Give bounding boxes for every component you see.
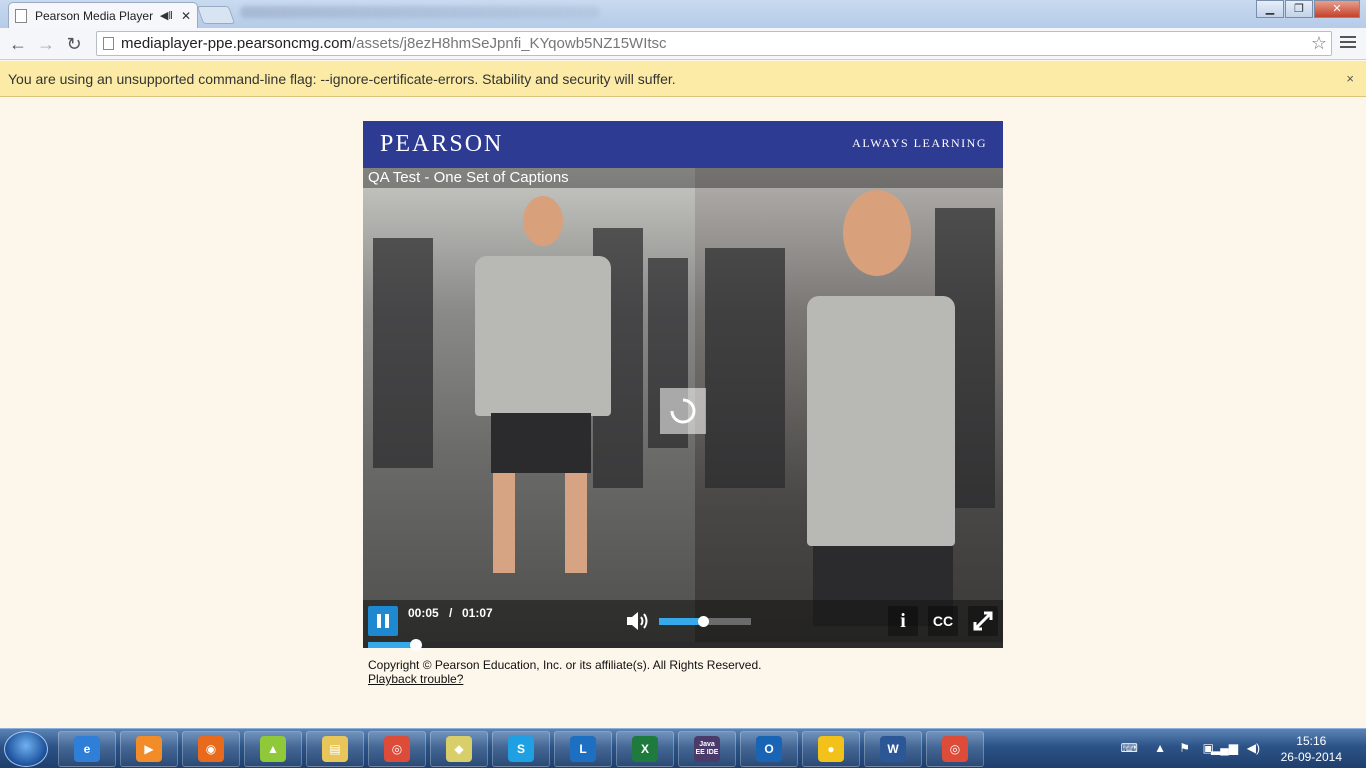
outlook-icon: O bbox=[756, 736, 782, 762]
bookmark-star-icon[interactable]: ☆ bbox=[1311, 32, 1327, 55]
minimize-button[interactable]: ▁ bbox=[1256, 0, 1284, 18]
taskbar-app-java-ee-ide[interactable]: Java EE IDE bbox=[678, 731, 736, 767]
excel-icon: X bbox=[632, 736, 658, 762]
pause-button[interactable] bbox=[368, 606, 398, 636]
lync-icon: L bbox=[570, 736, 596, 762]
url-path: /assets/j8ezH8hmSeJpnfi_KYqowb5NZ15WItsc bbox=[351, 35, 667, 52]
video-area[interactable]: QA Test - One Set of Captions 00:05 / 01… bbox=[363, 168, 1003, 642]
system-clock[interactable]: 15:16 26-09-2014 bbox=[1281, 733, 1342, 765]
tagline: ALWAYS LEARNING bbox=[852, 136, 987, 150]
page-icon bbox=[15, 8, 27, 23]
pearson-banner: PEARSON ALWAYS LEARNING bbox=[363, 121, 1003, 168]
reload-icon[interactable]: ↻ bbox=[62, 32, 86, 56]
ie-icon: e bbox=[74, 736, 100, 762]
taskbar-app-media-player[interactable]: ▶ bbox=[120, 731, 178, 767]
infobar-message: You are using an unsupported command-lin… bbox=[8, 71, 676, 87]
playback-trouble-link[interactable]: Playback trouble? bbox=[368, 672, 463, 686]
notes-icon: ◆ bbox=[446, 736, 472, 762]
duration: 01:07 bbox=[462, 606, 493, 620]
taskbar-app-lync[interactable]: L bbox=[554, 731, 612, 767]
media-player: PEARSON ALWAYS LEARNING QA Test - One Se… bbox=[363, 121, 1003, 651]
chrome-menu-icon[interactable] bbox=[1340, 36, 1356, 51]
control-bar: 00:05 / 01:07 i CC bbox=[363, 600, 1003, 642]
seek-progress bbox=[368, 642, 416, 648]
url-host: mediaplayer-ppe.pearsoncmg.com bbox=[121, 35, 352, 52]
chrome-active-icon: ◎ bbox=[942, 736, 968, 762]
audio-playing-icon: ◀ǁ bbox=[159, 10, 173, 22]
time-separator: / bbox=[449, 606, 453, 620]
tab-close-icon[interactable]: ✕ bbox=[181, 9, 191, 23]
volume-fill bbox=[659, 618, 704, 625]
word-icon: W bbox=[880, 736, 906, 762]
video-title: QA Test - One Set of Captions bbox=[363, 168, 1003, 188]
action-center-flag-icon[interactable]: ⚑ bbox=[1179, 741, 1190, 755]
video-right-panel bbox=[695, 168, 1003, 642]
seek-knob[interactable] bbox=[409, 639, 422, 651]
taskbar-app-word[interactable]: W bbox=[864, 731, 922, 767]
taskbar-app-android[interactable]: ▲ bbox=[244, 731, 302, 767]
firefox-icon: ◉ bbox=[198, 736, 224, 762]
info-button[interactable]: i bbox=[888, 606, 918, 636]
fullscreen-icon[interactable] bbox=[968, 606, 998, 636]
browser-titlebar: Pearson Media Player ◀ǁ ✕ ▁ ❐ ✕ bbox=[0, 0, 1366, 28]
duck-icon: ● bbox=[818, 736, 844, 762]
closed-captions-button[interactable]: CC bbox=[928, 606, 958, 636]
copyright-text: Copyright © Pearson Education, Inc. or i… bbox=[368, 658, 762, 672]
taskbar-app-chrome-active[interactable]: ◎ bbox=[926, 731, 984, 767]
file-explorer-icon: ▤ bbox=[322, 736, 348, 762]
chrome-icon: ◎ bbox=[384, 736, 410, 762]
taskbar-app-duck[interactable]: ● bbox=[802, 731, 860, 767]
window-controls: ▁ ❐ ✕ bbox=[1255, 0, 1360, 18]
forward-arrow-icon[interactable]: → bbox=[34, 32, 58, 56]
keyboard-icon[interactable]: ⌨ bbox=[1121, 741, 1138, 755]
show-hidden-icons-icon[interactable]: ▲ bbox=[1154, 741, 1166, 755]
page-icon bbox=[103, 37, 114, 50]
taskbar-app-chrome[interactable]: ◎ bbox=[368, 731, 426, 767]
taskbar-app-file-explorer[interactable]: ▤ bbox=[306, 731, 364, 767]
skype-icon: S bbox=[508, 736, 534, 762]
pearson-logo: PEARSON bbox=[380, 131, 504, 157]
new-tab-button[interactable] bbox=[196, 6, 236, 24]
media-player-icon: ▶ bbox=[136, 736, 162, 762]
taskbar-app-outlook[interactable]: O bbox=[740, 731, 798, 767]
infobar-close-icon[interactable]: × bbox=[1346, 61, 1354, 97]
warning-infobar: You are using an unsupported command-lin… bbox=[0, 61, 1366, 97]
seek-bar[interactable] bbox=[363, 639, 1003, 651]
maximize-button[interactable]: ❐ bbox=[1285, 0, 1313, 18]
taskbar-app-ie[interactable]: e bbox=[58, 731, 116, 767]
taskbar-app-skype[interactable]: S bbox=[492, 731, 550, 767]
video-left-panel bbox=[363, 168, 695, 642]
start-button[interactable] bbox=[4, 731, 48, 767]
taskbar-app-firefox[interactable]: ◉ bbox=[182, 731, 240, 767]
window-close-button[interactable]: ✕ bbox=[1314, 0, 1360, 18]
volume-slider[interactable] bbox=[659, 616, 751, 627]
loading-spinner-icon bbox=[660, 388, 706, 434]
taskbar-app-notes[interactable]: ◆ bbox=[430, 731, 488, 767]
address-bar[interactable]: mediaplayer-ppe.pearsoncmg.com/assets/j8… bbox=[96, 31, 1332, 56]
java-ee-ide-icon: Java EE IDE bbox=[694, 736, 720, 762]
volume-tray-icon[interactable]: ◀) bbox=[1247, 741, 1260, 755]
clock-time: 15:16 bbox=[1296, 734, 1327, 748]
browser-tab[interactable]: Pearson Media Player ◀ǁ ✕ bbox=[8, 2, 198, 28]
back-arrow-icon[interactable]: ← bbox=[6, 32, 30, 56]
volume-icon[interactable] bbox=[625, 609, 651, 638]
clock-date: 26-09-2014 bbox=[1280, 750, 1342, 764]
tab-title: Pearson Media Player bbox=[35, 8, 154, 23]
taskbar-app-excel[interactable]: X bbox=[616, 731, 674, 767]
current-time: 00:05 bbox=[408, 606, 439, 620]
windows-taskbar: e ▶ ◉ ▲ ▤ ◎ ◆ S L X Java EE IDE O ● W ◎ ⌨ ▲ ⚑ ▣ ▂▄▆ ◀)… bbox=[0, 728, 1366, 768]
browser-toolbar: ← → ↻ mediaplayer-ppe.pearsoncmg.com/ass… bbox=[0, 28, 1366, 60]
volume-knob[interactable] bbox=[698, 616, 710, 627]
blurred-window-title bbox=[240, 6, 600, 18]
network-icon[interactable]: ▂▄▆ bbox=[1211, 741, 1238, 755]
android-icon: ▲ bbox=[260, 736, 286, 762]
